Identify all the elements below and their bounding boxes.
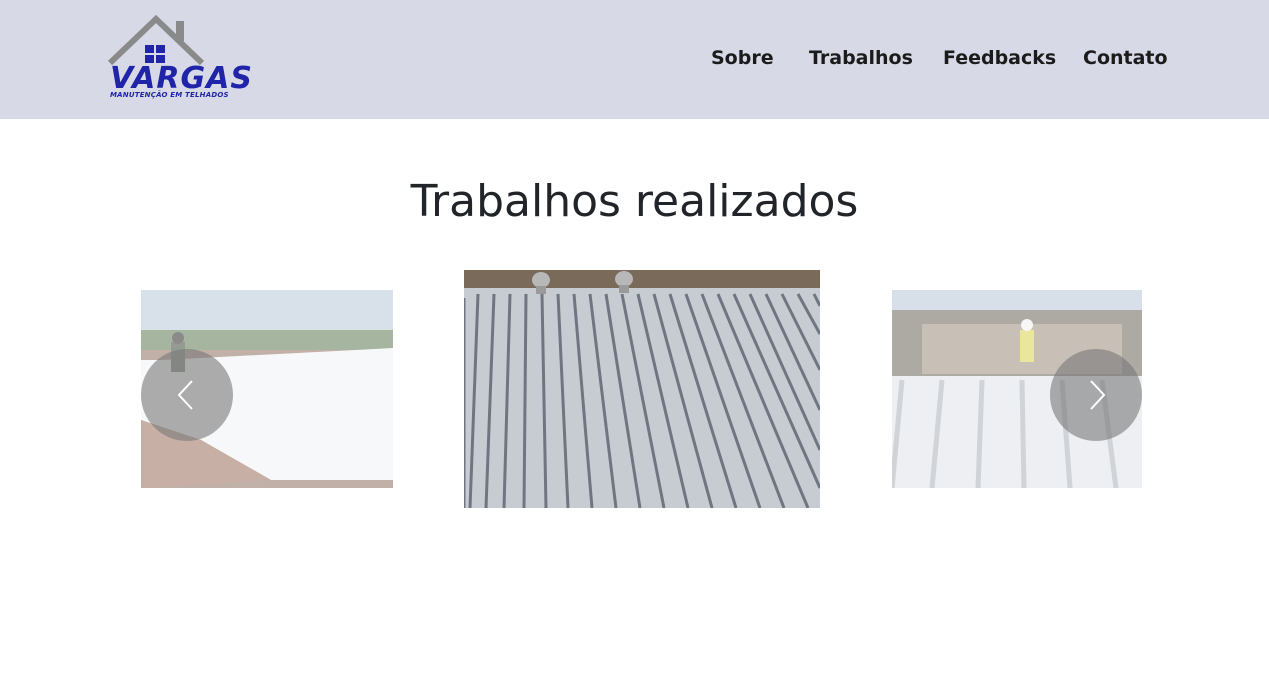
chevron-left-icon bbox=[177, 380, 193, 410]
nav-item-trabalhos[interactable]: Trabalhos bbox=[809, 45, 913, 71]
works-carousel bbox=[0, 260, 1269, 520]
nav-item-contato[interactable]: Contato bbox=[1083, 45, 1168, 71]
carousel-slide-active[interactable] bbox=[464, 270, 820, 508]
roof-photo-image bbox=[464, 270, 820, 508]
carousel-next-button[interactable] bbox=[1050, 349, 1142, 441]
main-nav: Sobre Trabalhos Feedbacks Contato bbox=[0, 45, 1269, 73]
section-title: Trabalhos realizados bbox=[410, 176, 859, 227]
worker-figure bbox=[1020, 319, 1034, 362]
carousel-prev-button[interactable] bbox=[141, 349, 233, 441]
site-header: VARGAS MANUTENÇÃO EM TELHADOS Sobre Trab… bbox=[0, 0, 1269, 119]
chevron-right-icon bbox=[1090, 380, 1106, 410]
nav-item-sobre[interactable]: Sobre bbox=[711, 45, 774, 71]
logo-tagline: MANUTENÇÃO EM TELHADOS bbox=[110, 91, 229, 99]
nav-item-feedbacks[interactable]: Feedbacks bbox=[943, 45, 1056, 71]
